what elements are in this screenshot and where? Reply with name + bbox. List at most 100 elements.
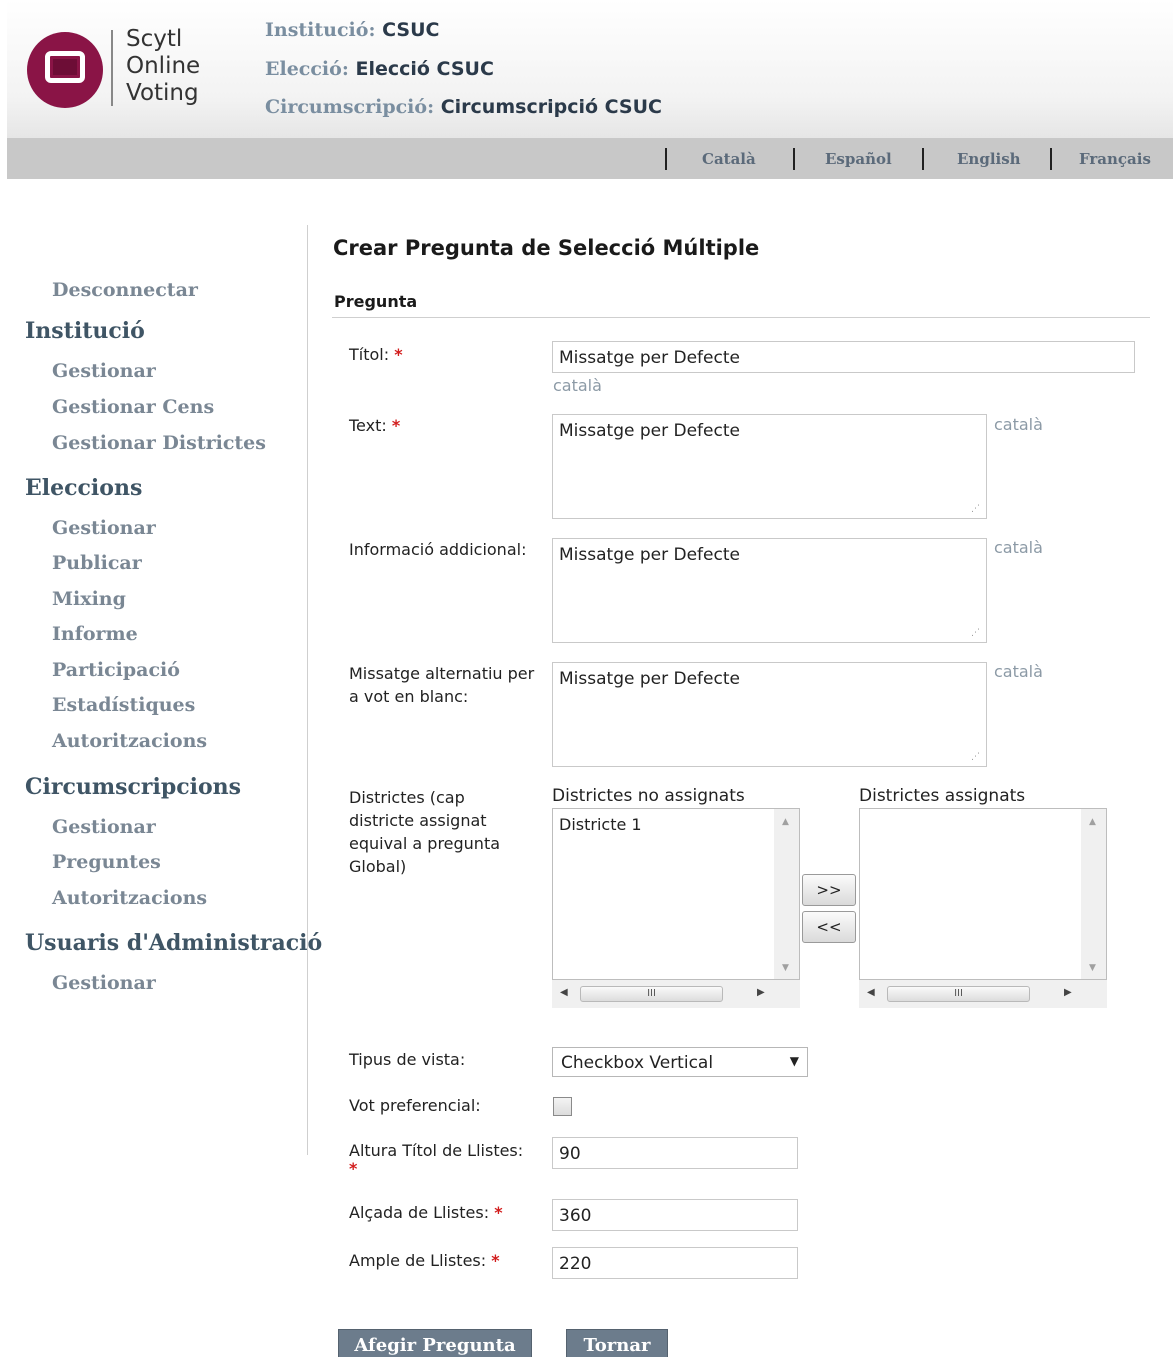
required-mark: * xyxy=(491,1251,500,1270)
view-type-value: Checkbox Vertical xyxy=(561,1053,714,1073)
list-width-label-text: Ample de Llistes: xyxy=(349,1251,487,1270)
scroll-right-icon[interactable]: ▶ xyxy=(757,987,765,998)
unassign-district-button[interactable]: << xyxy=(802,911,856,943)
lang-francais-link[interactable]: Français xyxy=(1079,150,1151,168)
lang-separator xyxy=(1050,148,1052,170)
lang-separator xyxy=(922,148,924,170)
districts-label-line: Global) xyxy=(349,857,407,876)
institution-label: Institució: xyxy=(265,19,376,41)
sidebar-item-participation[interactable]: Participació xyxy=(52,659,180,681)
unassigned-districts-list[interactable]: Districte 1 ▲ ▼ xyxy=(552,808,800,980)
scroll-left-icon[interactable]: ◀ xyxy=(560,987,568,998)
title-label-text: Títol: xyxy=(349,345,390,364)
text-label-text: Text: xyxy=(349,416,387,435)
election-label: Elecció: xyxy=(265,58,349,80)
text-field-label: Text: * xyxy=(349,414,400,437)
text-textarea[interactable]: Missatge per Defecte ⋰ xyxy=(552,414,987,519)
sidebar-item-questions[interactable]: Preguntes xyxy=(52,851,161,873)
assign-district-button[interactable]: >> xyxy=(802,874,856,906)
districts-label-line: districte assignat xyxy=(349,811,487,830)
info-textarea[interactable]: Missatge per Defecte ⋰ xyxy=(552,538,987,643)
list-item[interactable]: Districte 1 xyxy=(559,815,642,834)
sidebar-item-elections-manage[interactable]: Gestionar xyxy=(52,517,156,539)
assigned-districts-title: Districtes assignats xyxy=(859,786,1026,806)
blank-label-line: a vot en blanc: xyxy=(349,687,469,706)
title-field-label: Títol: * xyxy=(349,343,403,366)
lang-english-link[interactable]: English xyxy=(957,150,1021,168)
lang-espanol-link[interactable]: Español xyxy=(825,150,892,168)
text-textarea-value: Missatge per Defecte xyxy=(559,421,740,441)
resize-grip-icon[interactable]: ⋰ xyxy=(971,628,980,638)
lang-separator xyxy=(793,148,795,170)
list-height-input[interactable]: 360 xyxy=(552,1199,798,1231)
required-mark: * xyxy=(391,416,401,435)
sidebar-heading-elections: Eleccions xyxy=(25,475,143,501)
scroll-thumb[interactable]: III xyxy=(580,986,723,1002)
sidebar-item-disconnect[interactable]: Desconnectar xyxy=(52,279,198,301)
title-input[interactable]: Missatge per Defecte xyxy=(552,341,1135,373)
resize-grip-icon[interactable]: ⋰ xyxy=(971,752,980,762)
scroll-left-icon[interactable]: ◀ xyxy=(867,987,875,998)
sidebar-item-districts[interactable]: Gestionar Districtes xyxy=(52,432,266,454)
district-value: Circumscripció CSUC xyxy=(440,96,662,118)
sidebar-item-statistics[interactable]: Estadístiques xyxy=(52,694,195,716)
sidebar-item-circ-manage[interactable]: Gestionar xyxy=(52,816,156,838)
districts-label-line: equival a pregunta xyxy=(349,834,501,853)
logo-text: Scytl Online Voting xyxy=(126,26,200,107)
info-textarea-value: Missatge per Defecte xyxy=(559,545,740,565)
blank-vote-textarea-value: Missatge per Defecte xyxy=(559,669,740,689)
sidebar-item-institution-manage[interactable]: Gestionar xyxy=(52,360,156,382)
sidebar-item-census[interactable]: Gestionar Cens xyxy=(52,396,214,418)
back-button[interactable]: Tornar xyxy=(566,1329,668,1357)
assigned-districts-list[interactable]: ▲ ▼ xyxy=(859,808,1107,980)
logo-line: Voting xyxy=(126,80,199,106)
required-mark: * xyxy=(394,345,403,364)
institution-value: CSUC xyxy=(382,19,440,41)
districts-field-label: Districtes (cap districte assignat equiv… xyxy=(349,786,500,878)
required-mark: * xyxy=(494,1203,503,1222)
add-question-button[interactable]: Afegir Pregunta xyxy=(338,1329,532,1357)
districts-label-line: Districtes (cap xyxy=(349,788,465,807)
election-context: Elecció: Elecció CSUC xyxy=(265,58,494,80)
list-width-input[interactable]: 220 xyxy=(552,1247,798,1279)
logo-line: Online xyxy=(126,53,201,79)
vertical-scrollbar[interactable]: ▲ ▼ xyxy=(1081,809,1106,979)
info-lang-note: català xyxy=(994,538,1043,557)
list-height-label-text: Alçada de Llistes: xyxy=(349,1203,490,1222)
info-field-label: Informació addicional: xyxy=(349,540,527,559)
blank-lang-note: català xyxy=(994,662,1043,681)
blank-vote-field-label: Missatge alternatiu per a vot en blanc: xyxy=(349,662,554,708)
preferential-checkbox[interactable] xyxy=(553,1097,572,1116)
scroll-up-icon[interactable]: ▲ xyxy=(782,817,789,827)
lang-separator xyxy=(665,148,667,170)
scroll-up-icon[interactable]: ▲ xyxy=(1089,817,1096,827)
scroll-thumb[interactable]: III xyxy=(887,986,1030,1002)
resize-grip-icon[interactable]: ⋰ xyxy=(971,504,980,514)
preferential-label: Vot preferencial: xyxy=(349,1096,481,1115)
horizontal-scrollbar[interactable]: ◀ III ▶ xyxy=(859,980,1107,1008)
sidebar-heading-admin-users: Usuaris d'Administració xyxy=(25,930,323,956)
sidebar-item-elections-authorizations[interactable]: Autoritzacions xyxy=(52,730,207,752)
section-title: Pregunta xyxy=(334,292,418,311)
scroll-down-icon[interactable]: ▼ xyxy=(1089,963,1096,973)
logo-line: Scytl xyxy=(126,26,183,52)
sidebar-item-admin-manage[interactable]: Gestionar xyxy=(52,972,156,994)
section-divider xyxy=(332,317,1150,318)
sidebar-item-circ-authorizations[interactable]: Autoritzacions xyxy=(52,887,207,909)
blank-vote-textarea[interactable]: Missatge per Defecte ⋰ xyxy=(552,662,987,767)
sidebar-item-publish[interactable]: Publicar xyxy=(52,552,142,574)
sidebar-item-mixing[interactable]: Mixing xyxy=(52,588,126,610)
scroll-down-icon[interactable]: ▼ xyxy=(782,963,789,973)
list-title-height-label-text: Altura Títol de Llistes: xyxy=(349,1141,524,1160)
page-title: Crear Pregunta de Selecció Múltiple xyxy=(333,236,760,260)
sidebar-item-report[interactable]: Informe xyxy=(52,623,138,645)
lang-catala-link[interactable]: Català xyxy=(702,150,756,168)
vertical-scrollbar[interactable]: ▲ ▼ xyxy=(774,809,799,979)
horizontal-scrollbar[interactable]: ◀ III ▶ xyxy=(552,980,800,1008)
election-value: Elecció CSUC xyxy=(355,58,494,80)
blank-label-line: Missatge alternatiu per xyxy=(349,664,535,683)
list-title-height-input[interactable]: 90 xyxy=(552,1137,798,1169)
list-width-label: Ample de Llistes: * xyxy=(349,1249,500,1272)
scroll-right-icon[interactable]: ▶ xyxy=(1064,987,1072,998)
view-type-select[interactable]: Checkbox Vertical ▼ xyxy=(552,1047,808,1077)
